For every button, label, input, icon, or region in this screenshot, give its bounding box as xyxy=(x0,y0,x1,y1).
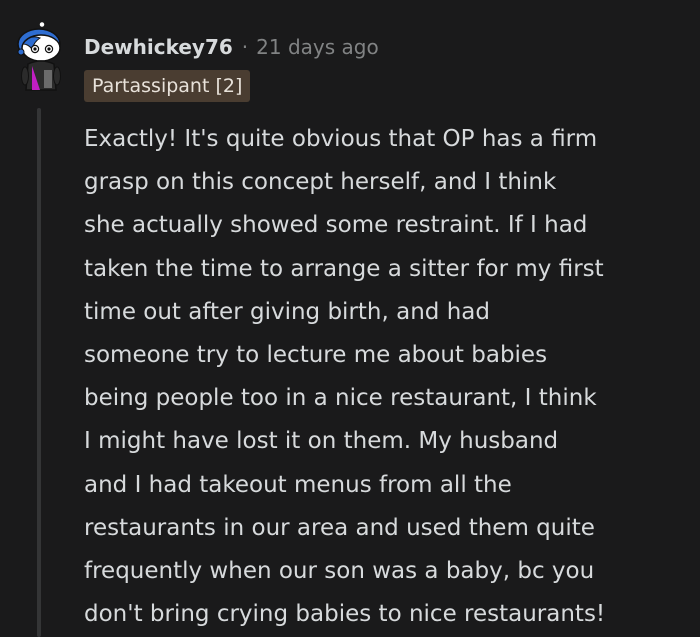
comment-body-line: Exactly! It's quite obvious that OP has … xyxy=(84,126,598,152)
author-username[interactable]: Dewhickey76 xyxy=(84,35,233,59)
comment-body-line: being people too in a nice restaurant, I… xyxy=(84,385,597,412)
comment-header: Dewhickey76 · 21 days ago xyxy=(84,30,379,64)
comment-body-line: and I had takeout menus from all the xyxy=(84,471,512,498)
comment-body-line: time out after giving birth, and had xyxy=(84,298,490,325)
comment-body-line: she actually showed some restraint. If I… xyxy=(84,212,588,239)
user-flair-badge: Partassipant [2] xyxy=(84,70,251,102)
comment: Dewhickey76 · 21 days ago Partassipant [… xyxy=(0,0,700,637)
comment-body-line: grasp on this concept herself, and I thi… xyxy=(84,169,557,196)
comment-body-line: restaurants in our area and used them qu… xyxy=(84,514,595,541)
comment-body-line: don't bring crying babies to nice restau… xyxy=(84,601,606,628)
comment-body-line: frequently when our son was a baby, bc y… xyxy=(84,557,595,584)
comment-body-line: I might have lost it on them. My husband xyxy=(84,428,559,455)
comment-timestamp[interactable]: 21 days ago xyxy=(256,35,379,59)
meta-separator: · xyxy=(241,35,249,59)
comment-body-line: someone try to lecture me about babies xyxy=(84,341,548,368)
comment-body-line: taken the time to arrange a sitter for m… xyxy=(84,255,604,282)
thread-collapse-line[interactable] xyxy=(37,108,41,637)
user-avatar-icon[interactable] xyxy=(10,20,72,92)
comment-body: Exactly! It's quite obvious that OP has … xyxy=(84,118,684,636)
